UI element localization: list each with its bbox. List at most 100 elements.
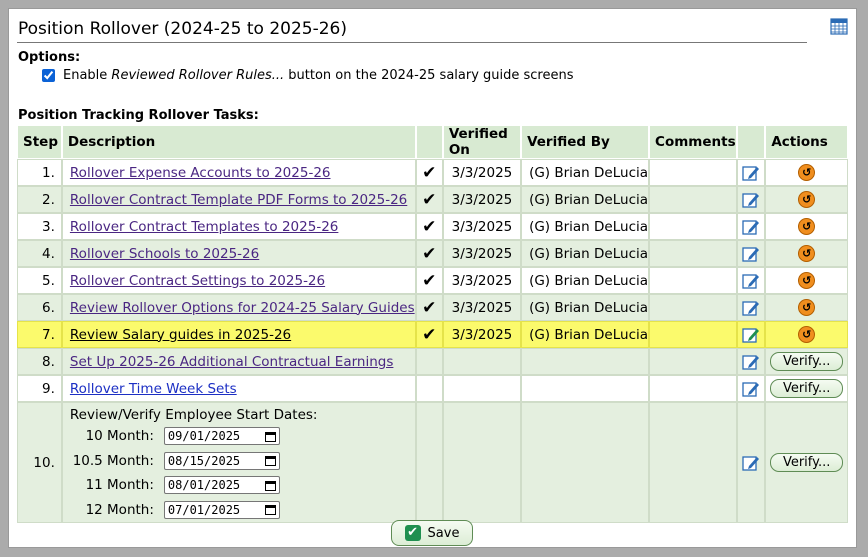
check-cell: ✔ — [415, 321, 443, 348]
table-row: 8. Set Up 2025-26 Additional Contractual … — [17, 348, 848, 375]
edit-comment-icon[interactable] — [736, 159, 766, 186]
start-date-label: 11 Month: — [85, 477, 154, 494]
col-verified-on: Verified On — [442, 125, 522, 159]
enable-rollover-rules-checkbox[interactable] — [42, 69, 55, 82]
task-link[interactable]: Set Up 2025-26 Additional Contractual Ea… — [70, 354, 394, 370]
comments-cell — [649, 267, 737, 294]
verified-on-cell — [442, 348, 522, 375]
comments-cell — [649, 348, 737, 375]
comments-cell — [649, 213, 737, 240]
task-link[interactable]: Rollover Time Week Sets — [70, 381, 237, 397]
col-verified-by: Verified By — [521, 125, 650, 159]
save-check-icon: ✔ — [404, 525, 421, 541]
start-date-value: 08/15/2025 — [167, 453, 241, 468]
verified-by-cell — [521, 375, 650, 402]
task-link[interactable]: Rollover Expense Accounts to 2025-26 — [70, 165, 331, 181]
save-label: Save — [427, 525, 460, 541]
tasks-heading: Position Tracking Rollover Tasks: — [18, 108, 259, 123]
description-cell: Rollover Time Week Sets — [61, 375, 416, 402]
edit-comment-icon[interactable] — [736, 186, 766, 213]
save-button[interactable]: ✔ Save — [391, 520, 473, 546]
start-date-input[interactable]: 09/01/2025 — [163, 427, 280, 446]
actions-cell: Verify... — [765, 348, 848, 375]
options-heading: Options: — [18, 50, 81, 65]
description-cell: Review Rollover Options for 2024-25 Sala… — [61, 294, 416, 321]
step-number: 2. — [17, 186, 62, 213]
description-cell: Rollover Expense Accounts to 2025-26 — [61, 159, 416, 186]
checkmark-icon: ✔ — [422, 189, 437, 210]
comments-cell — [649, 402, 737, 523]
checkmark-icon: ✔ — [422, 297, 437, 318]
verified-on-cell: 3/3/2025 — [442, 294, 522, 321]
verified-on-cell — [442, 402, 522, 523]
task-link[interactable]: Rollover Contract Template PDF Forms to … — [70, 192, 407, 208]
option-text: Enable Reviewed Rollover Rules... button… — [63, 68, 574, 83]
col-check — [415, 125, 443, 159]
undo-icon[interactable]: ↺ — [798, 191, 816, 208]
check-cell — [415, 375, 443, 402]
verify-button[interactable]: Verify... — [770, 352, 844, 371]
edit-comment-icon[interactable] — [736, 348, 766, 375]
start-date-value: 08/01/2025 — [167, 478, 241, 493]
task-link[interactable]: Rollover Contract Templates to 2025-26 — [70, 219, 338, 235]
checkmark-icon: ✔ — [422, 162, 437, 183]
verify-button[interactable]: Verify... — [770, 379, 844, 398]
step-number: 7. — [17, 321, 62, 348]
calendar-picker-icon[interactable] — [264, 431, 276, 442]
undo-icon[interactable]: ↺ — [798, 164, 816, 181]
check-cell — [415, 348, 443, 375]
description-cell: Rollover Schools to 2025-26 — [61, 240, 416, 267]
edit-comment-icon[interactable] — [736, 402, 766, 523]
step-number: 5. — [17, 267, 62, 294]
verified-on-cell: 3/3/2025 — [442, 267, 522, 294]
description-cell: Set Up 2025-26 Additional Contractual Ea… — [61, 348, 416, 375]
task-link[interactable]: Rollover Contract Settings to 2025-26 — [70, 273, 325, 289]
table-row: 5. Rollover Contract Settings to 2025-26 ✔… — [17, 267, 848, 294]
edit-comment-icon[interactable] — [736, 375, 766, 402]
step-number: 9. — [17, 375, 62, 402]
task-link[interactable]: Review Salary guides in 2025-26 — [70, 327, 291, 343]
edit-comment-icon[interactable] — [736, 267, 766, 294]
start-date-value: 09/01/2025 — [167, 429, 241, 444]
start-date-input[interactable]: 07/01/2025 — [163, 500, 280, 519]
start-date-label: 10.5 Month: — [72, 452, 154, 469]
edit-comment-icon[interactable] — [736, 240, 766, 267]
start-date-input[interactable]: 08/15/2025 — [163, 451, 280, 470]
undo-icon[interactable]: ↺ — [798, 272, 816, 289]
table-row: 1. Rollover Expense Accounts to 2025-26 ✔ 3… — [17, 159, 848, 186]
calendar-icon[interactable] — [830, 17, 848, 35]
undo-icon[interactable]: ↺ — [798, 326, 816, 343]
calendar-picker-icon[interactable] — [264, 455, 276, 467]
undo-icon[interactable]: ↺ — [798, 218, 816, 235]
edit-comment-icon[interactable] — [736, 294, 766, 321]
description-cell: Rollover Contract Settings to 2025-26 — [61, 267, 416, 294]
calendar-picker-icon[interactable] — [264, 480, 276, 491]
verified-by-cell — [521, 348, 650, 375]
actions-cell: ↺ — [765, 321, 848, 348]
start-date-row: 10.5 Month: 08/15/2025 — [70, 449, 415, 474]
verified-by-cell: (G) Brian DeLucia — [521, 159, 650, 186]
col-step: Step — [17, 125, 62, 159]
task-link[interactable]: Review Rollover Options for 2024-25 Sala… — [70, 300, 415, 316]
table-row: 6. Review Rollover Options for 2024-25 Sa… — [17, 294, 848, 321]
verified-on-cell: 3/3/2025 — [442, 240, 522, 267]
actions-cell: ↺ — [765, 186, 848, 213]
calendar-picker-icon[interactable] — [264, 504, 276, 516]
comments-cell — [649, 375, 737, 402]
start-date-input[interactable]: 08/01/2025 — [163, 476, 280, 495]
verified-on-cell — [442, 375, 522, 402]
edit-comment-icon[interactable] — [736, 213, 766, 240]
checkmark-icon: ✔ — [422, 270, 437, 291]
start-dates-cell: Review/Verify Employee Start Dates: 10 M… — [61, 402, 416, 523]
undo-icon[interactable]: ↺ — [798, 299, 816, 316]
comments-cell — [649, 159, 737, 186]
check-cell: ✔ — [415, 213, 443, 240]
verified-by-cell: (G) Brian DeLucia — [521, 294, 650, 321]
verified-by-cell: (G) Brian DeLucia — [521, 213, 650, 240]
verify-button[interactable]: Verify... — [770, 453, 844, 472]
start-date-label: 10 Month: — [85, 428, 154, 445]
edit-comment-icon[interactable] — [736, 321, 766, 348]
verified-on-cell: 3/3/2025 — [442, 186, 522, 213]
task-link[interactable]: Rollover Schools to 2025-26 — [70, 246, 259, 262]
undo-icon[interactable]: ↺ — [798, 245, 816, 262]
